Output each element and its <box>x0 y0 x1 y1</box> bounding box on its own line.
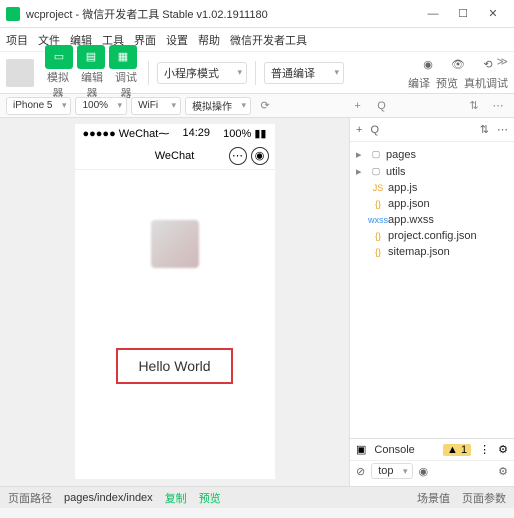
hello-text: Hello World <box>116 348 232 384</box>
preview-link[interactable]: 预览 <box>199 490 221 506</box>
minimize-button[interactable]: — <box>418 8 448 20</box>
right-labels: 编译预览真机调试 <box>408 75 508 91</box>
console-gear-icon[interactable]: ⚙ <box>498 465 508 478</box>
page-avatar <box>151 220 199 268</box>
console-tab[interactable]: Console <box>374 444 414 456</box>
network-select[interactable]: WiFi <box>131 97 181 115</box>
file-app.js[interactable]: JSapp.js <box>356 180 508 196</box>
remote-debug-icon[interactable]: ⟲ <box>478 55 498 75</box>
window-title: wcproject - 微信开发者工具 Stable v1.02.1911180 <box>26 6 418 22</box>
phone-title: WeChat <box>155 150 195 162</box>
add-icon[interactable]: + <box>348 96 368 116</box>
menu-帮助[interactable]: 帮助 <box>198 32 220 48</box>
capsule-close-button[interactable]: ◉ <box>251 147 269 165</box>
folder-pages[interactable]: ▸▢pages <box>356 146 508 163</box>
main-area: ●●●●● WeChat⁓ 14:29 100% ▮▮ WeChat ⋯ ◉ H… <box>0 118 514 498</box>
maximize-button[interactable]: ☐ <box>448 7 478 20</box>
file-toolbar: + Q ⇅ ⋯ <box>350 118 514 142</box>
titlebar: wcproject - 微信开发者工具 Stable v1.02.1911180… <box>0 0 514 28</box>
refresh-icon[interactable]: ⟳ <box>255 96 275 116</box>
footer: 页面路径 pages/index/index 复制 预览 场景值 页面参数 <box>0 486 514 508</box>
capsule-menu-button[interactable]: ⋯ <box>229 147 247 165</box>
elements-tab-icon[interactable]: ▣ <box>356 443 366 456</box>
separator <box>148 61 149 85</box>
device-select[interactable]: iPhone 5 <box>6 97 71 115</box>
folder-utils[interactable]: ▸▢utils <box>356 163 508 180</box>
close-button[interactable]: ✕ <box>478 7 508 20</box>
compile-select[interactable]: 普通编译 <box>264 62 344 84</box>
menu-icon[interactable]: ⋯ <box>488 96 508 116</box>
mode-select[interactable]: 小程序模式 <box>157 62 247 84</box>
simulator-button[interactable]: ▭ <box>45 45 73 69</box>
phone-statusbar: ●●●●● WeChat⁓ 14:29 100% ▮▮ <box>75 124 275 142</box>
compile-icon[interactable]: ◉ <box>418 55 438 75</box>
debugger-button[interactable]: ▦ <box>109 45 137 69</box>
zoom-select[interactable]: 100% <box>75 97 127 115</box>
menu-微信开发者工具[interactable]: 微信开发者工具 <box>230 32 307 48</box>
preview-icon[interactable]: 👁 <box>448 55 468 75</box>
sort-icon[interactable]: ⇅ <box>480 123 489 136</box>
copy-link[interactable]: 复制 <box>165 490 187 506</box>
more-icon[interactable]: ⋯ <box>497 123 508 136</box>
filter-icon[interactable]: ◉ <box>419 465 429 478</box>
search-icon[interactable]: Q <box>372 96 392 116</box>
console-settings-icon[interactable]: ⚙ <box>498 443 508 456</box>
menu-项目[interactable]: 项目 <box>6 32 28 48</box>
simulator-panel: ●●●●● WeChat⁓ 14:29 100% ▮▮ WeChat ⋯ ◉ H… <box>0 118 349 498</box>
user-avatar[interactable] <box>6 59 34 87</box>
editor-button[interactable]: ▤ <box>77 45 105 69</box>
phone-header: WeChat ⋯ ◉ <box>75 142 275 170</box>
footer-path: pages/index/index <box>64 492 153 504</box>
file-app.json[interactable]: {}app.json <box>356 196 508 212</box>
file-tree: ▸▢pages▸▢utilsJSapp.js{}app.jsonwxssapp.… <box>350 142 514 438</box>
action-select[interactable]: 模拟操作 <box>185 97 251 115</box>
footer-path-label: 页面路径 <box>8 490 52 506</box>
file-project.config.json[interactable]: {}project.config.json <box>356 228 508 244</box>
add-file-icon[interactable]: + <box>356 124 362 136</box>
more-button[interactable]: ≫ <box>496 55 508 68</box>
phone-frame: ●●●●● WeChat⁓ 14:29 100% ▮▮ WeChat ⋯ ◉ H… <box>75 124 275 479</box>
settings-icon[interactable]: ⇅ <box>464 96 484 116</box>
file-sitemap.json[interactable]: {}sitemap.json <box>356 244 508 260</box>
file-app.wxss[interactable]: wxssapp.wxss <box>356 212 508 228</box>
search-file-icon[interactable]: Q <box>370 124 379 136</box>
phone-body: Hello World <box>75 170 275 479</box>
sidebar: + Q ⇅ ⋯ ▸▢pages▸▢utilsJSapp.js{}app.json… <box>349 118 514 498</box>
context-select[interactable]: top <box>371 463 412 479</box>
clear-console-icon[interactable]: ⊘ <box>356 465 365 478</box>
subbar: iPhone 5 100% WiFi 模拟操作 ⟳ + Q ⇅ ⋯ <box>0 94 514 118</box>
warning-badge[interactable]: ▲ 1 <box>443 444 471 456</box>
console-menu-icon[interactable]: ⋮ <box>479 443 490 456</box>
menu-设置[interactable]: 设置 <box>166 32 188 48</box>
toolbar-labels: 模拟器编辑器调试器 <box>44 69 140 101</box>
app-logo <box>6 7 20 21</box>
params-link[interactable]: 页面参数 <box>462 490 506 506</box>
separator <box>255 61 256 85</box>
scene-link[interactable]: 场景值 <box>417 490 450 506</box>
toolbar: ▭ ▤ ▦ 模拟器编辑器调试器 小程序模式 普通编译 ◉ 👁 ⟲ 编译预览真机调… <box>0 52 514 94</box>
